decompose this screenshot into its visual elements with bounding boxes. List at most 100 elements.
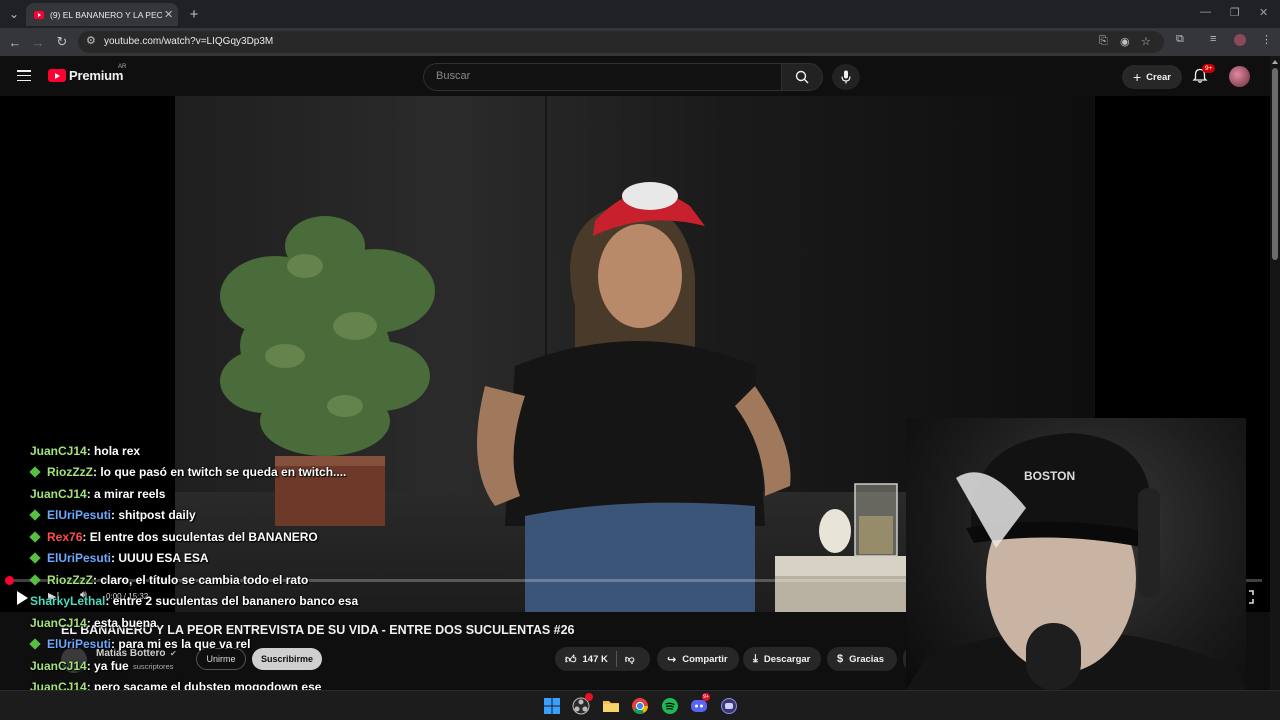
search-button[interactable] <box>781 63 823 91</box>
reload-icon[interactable]: ↻ <box>53 33 71 51</box>
tab-close-icon[interactable]: ✕ <box>164 8 173 21</box>
super-thanks-icon: $ <box>837 653 844 665</box>
chat-badge-icon <box>29 574 41 586</box>
youtube-premium-logo[interactable]: Premium AR <box>48 64 126 83</box>
thumbs-down-icon[interactable]: 👎︎ <box>625 653 635 665</box>
file-explorer-icon[interactable] <box>602 697 620 715</box>
chat-username: JuanCJ14 <box>30 615 87 630</box>
chat-message: ElUriPesuti: para mi es la que va rel <box>0 634 250 654</box>
forward-arrow-icon[interactable]: → <box>29 33 47 51</box>
logo-text: Premium <box>69 68 124 83</box>
chat-message: RiozZzZ: lo que pasó en twitch se queda … <box>0 462 346 482</box>
chat-message: JuanCJ14: a mirar reels <box>0 484 165 504</box>
youtube-favicon-icon <box>34 10 44 19</box>
chat-username: JuanCJ14 <box>30 486 87 501</box>
chat-overlay: JuanCJ14: hola rex RiozZzZ: lo que pasó e… <box>0 440 370 696</box>
notifications-badge: 9+ <box>1202 64 1216 73</box>
chat-username: ElUriPesuti <box>47 508 112 523</box>
chat-text: : a mirar reels <box>86 486 166 501</box>
chat-badge-icon <box>29 638 41 650</box>
chat-text: : shitpost daily <box>111 508 196 523</box>
chat-username: SharkyLethal <box>30 594 106 609</box>
browser-menu-icon[interactable]: ⋮ <box>1261 33 1272 46</box>
chat-text: : ya fue <box>86 658 129 673</box>
chat-username: ElUriPesuti <box>47 551 112 566</box>
obs-live-indicator <box>585 693 593 701</box>
plus-icon: + <box>1132 69 1142 85</box>
chat-message: RiozZzZ: claro, el título se cambia todo… <box>0 570 308 590</box>
chat-message: Rex76: El entre dos suculentas del BANAN… <box>0 527 318 547</box>
cap-text: BOSTON <box>1024 469 1075 483</box>
profile-avatar-icon[interactable] <box>1234 34 1246 46</box>
chat-text: : El entre dos suculentas del BANANERO <box>82 529 318 544</box>
youtube-logo-icon <box>48 69 66 82</box>
chrome-icon[interactable] <box>631 697 649 715</box>
like-count[interactable]: 147 K <box>583 654 608 665</box>
share-arrow-icon: ↪ <box>667 653 677 666</box>
address-url: youtube.com/watch?v=LIQGqy3Dp3M <box>104 36 274 47</box>
download-icon: ⤓ <box>753 652 758 665</box>
window-minimize-icon[interactable]: — <box>1200 6 1211 18</box>
notifications-button[interactable]: 9+ <box>1192 64 1216 88</box>
browser-tab-bar: ⌄ (9) EL BANANERO Y LA PEOR E... ✕ + — ❐… <box>0 0 1280 28</box>
thanks-label: Gracias <box>849 653 884 665</box>
share-button[interactable]: ↪ Compartir <box>657 647 739 671</box>
chat-text: : hola rex <box>86 444 141 458</box>
address-bar[interactable]: ⚙ youtube.com/watch?v=LIQGqy3Dp3M ⎘ ◉ ☆ <box>78 31 1164 53</box>
chat-username: Rex76 <box>47 529 83 544</box>
back-arrow-icon[interactable]: ← <box>6 33 24 51</box>
spotify-icon[interactable] <box>661 697 679 715</box>
chat-message: ElUriPesuti: UUUU ESA ESA <box>0 548 209 568</box>
chat-username: RiozZzZ <box>47 465 93 480</box>
create-label: Crear <box>1146 71 1171 83</box>
search-input[interactable] <box>434 69 768 83</box>
chat-message: SharkyLethal: entre 2 suculentas del ban… <box>0 591 358 611</box>
tab-title: (9) EL BANANERO Y LA PEOR E... <box>50 9 162 20</box>
chat-message: ElUriPesuti: shitpost daily <box>0 505 196 525</box>
bookmark-star-icon[interactable]: ☆ <box>1141 35 1151 48</box>
discord-badge: 9+ <box>702 693 710 701</box>
windows-start-icon[interactable] <box>543 697 561 715</box>
user-avatar[interactable] <box>1229 66 1250 87</box>
page-scrollbar[interactable] <box>1270 56 1280 690</box>
streamer-illustration: BOSTON <box>906 433 1246 690</box>
streamer-webcam: BOSTON <box>906 418 1246 690</box>
reading-list-icon[interactable]: ≡ <box>1210 33 1216 45</box>
thumbs-up-icon[interactable]: 👍︎ <box>565 653 577 666</box>
site-info-icon[interactable]: ⚙ <box>86 34 96 47</box>
chat-message: JuanCJ14: hola rex <box>0 441 140 461</box>
thanks-button[interactable]: $ Gracias <box>827 647 897 671</box>
chat-message: JuanCJ14: esta buena <box>0 613 157 633</box>
search-icon <box>795 70 809 84</box>
eye-icon[interactable]: ◉ <box>1120 35 1130 48</box>
download-label: Descargar <box>763 653 811 665</box>
video-title-suffix: - ENTRE DOS SUCULENTAS #26 <box>378 623 575 637</box>
window-restore-icon[interactable]: ❐ <box>1230 6 1240 19</box>
app-icon[interactable] <box>720 697 738 715</box>
scrollbar-thumb[interactable] <box>1272 68 1278 260</box>
new-tab-plus-icon[interactable]: + <box>184 4 204 24</box>
voice-search-button[interactable] <box>832 64 860 90</box>
tab-search-chevron-icon[interactable]: ⌄ <box>4 4 24 24</box>
menu-icon[interactable] <box>17 70 31 82</box>
country-code: AR <box>118 64 127 70</box>
extensions-puzzle-icon[interactable]: ⧉ <box>1176 33 1184 46</box>
chat-text: : esta buena <box>86 615 157 630</box>
chat-badge-icon <box>29 466 41 479</box>
browser-toolbar: ← → ↻ ⚙ youtube.com/watch?v=LIQGqy3Dp3M … <box>0 28 1280 56</box>
chat-badge-icon <box>29 531 41 543</box>
chat-username: JuanCJ14 <box>30 444 87 458</box>
chat-username: ElUriPesuti <box>47 637 112 652</box>
download-button[interactable]: ⤓ Descargar <box>743 647 821 671</box>
chat-text: : claro, el título se cambia todo el rat… <box>93 572 309 587</box>
youtube-masthead: Premium AR + Crear 9+ <box>0 56 1270 96</box>
browser-tab-active[interactable]: (9) EL BANANERO Y LA PEOR E... ✕ <box>26 3 178 26</box>
chat-message: JuanCJ14: ya fue <box>0 656 129 676</box>
create-button[interactable]: + Crear <box>1122 65 1182 89</box>
install-app-icon[interactable]: ⎘ <box>1099 35 1108 48</box>
chat-username: JuanCJ14 <box>30 658 87 673</box>
chat-username: RiozZzZ <box>47 572 93 587</box>
window-close-icon[interactable]: ✕ <box>1259 6 1268 19</box>
search-box <box>423 63 782 91</box>
scroll-up-icon[interactable] <box>1272 60 1278 64</box>
